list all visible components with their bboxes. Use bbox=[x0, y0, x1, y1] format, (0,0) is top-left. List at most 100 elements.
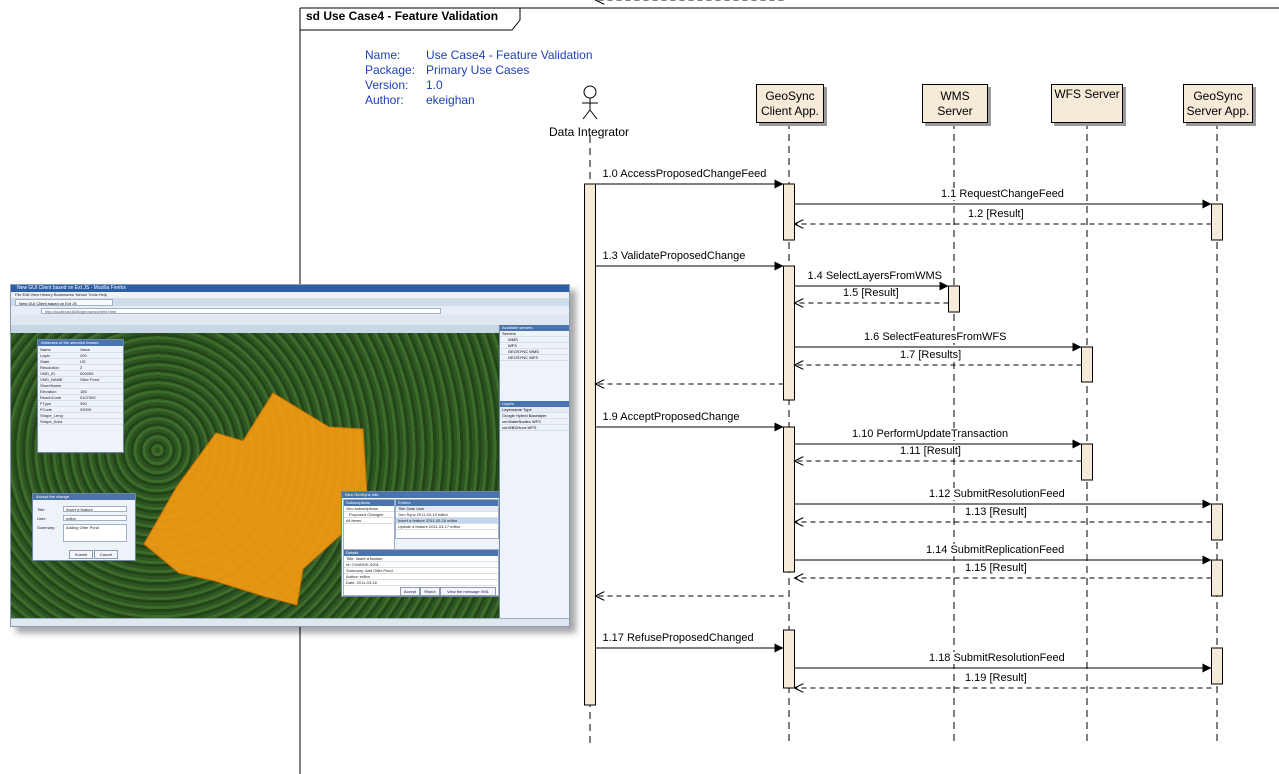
attribute-name: FCode bbox=[40, 407, 53, 412]
attribute-value: 0107000 bbox=[80, 395, 96, 400]
geosync-info-panel: New GeoSync Info Subscriptions Geo subsc… bbox=[341, 491, 500, 597]
metadata-key: Author: bbox=[365, 93, 404, 107]
user-field[interactable]: editor bbox=[63, 515, 127, 521]
message-label: 1.13 [Result] bbox=[964, 506, 1028, 518]
message-label: 1.14 SubmitReplicationFeed bbox=[925, 544, 1066, 556]
lifeline-label-line: GeoSync bbox=[1193, 88, 1243, 103]
view-xml-button[interactable]: View the message XML bbox=[440, 587, 496, 596]
server-tree-item[interactable]: GEOSYNC WFS bbox=[500, 355, 569, 361]
lifeline-head-server: GeoSync Server App. bbox=[1183, 84, 1253, 123]
attribute-value: 200 bbox=[80, 353, 87, 358]
activation-bar-wms bbox=[948, 285, 960, 313]
attribute-value: 185 bbox=[80, 389, 87, 394]
accept-button[interactable]: Accept bbox=[400, 587, 420, 596]
message-label: 1.9 AcceptProposedChange bbox=[601, 411, 741, 423]
summary-label: Summary: bbox=[37, 525, 56, 530]
activation-bar-actor bbox=[584, 183, 596, 706]
diagram-metadata: Name: Use Case4 - Feature Validation Pack… bbox=[365, 48, 665, 112]
attribute-name: VMD_NAME bbox=[40, 377, 63, 382]
activation-bar-client bbox=[783, 426, 795, 573]
attribute-name: Name bbox=[40, 347, 51, 352]
message-label: 1.2 [Result] bbox=[967, 208, 1025, 220]
attribute-name: FType bbox=[40, 401, 52, 406]
message-label: 1.0 AccessProposedChangeFeed bbox=[601, 168, 768, 180]
cancel-button[interactable]: Cancel bbox=[94, 550, 118, 559]
message-label: 1.19 [Result] bbox=[964, 672, 1028, 684]
activation-bar-server bbox=[1211, 503, 1223, 541]
lifeline-label-line: Client App. bbox=[760, 103, 820, 118]
activation-bar-server bbox=[1211, 203, 1223, 241]
message-label: 1.15 [Result] bbox=[964, 562, 1028, 574]
message-label: 1.18 SubmitResolutionFeed bbox=[928, 652, 1066, 664]
actor-label: Data Integrator bbox=[549, 125, 630, 139]
lifeline-head-client: GeoSync Client App. bbox=[756, 84, 824, 123]
activation-bar-server bbox=[1211, 559, 1223, 597]
metadata-key: Version: bbox=[365, 78, 409, 92]
layer-row[interactable]: csi:WBDHucs WFS bbox=[500, 425, 569, 431]
message-label: 1.11 [Result] bbox=[899, 445, 962, 457]
activation-bar-wfs bbox=[1081, 346, 1093, 383]
accept-dialog-title: Accept the change bbox=[33, 494, 135, 500]
message-label: 1.6 SelectFeaturesFromWFS bbox=[863, 331, 1008, 343]
attribute-name: Resolution bbox=[40, 365, 59, 370]
attribute-value: 39009 bbox=[80, 407, 92, 412]
lifeline-label-line: GeoSync bbox=[765, 88, 815, 103]
message-label: 1.1 RequestChangeFeed bbox=[940, 188, 1065, 200]
detail-row: Date: 2011-03-16 bbox=[344, 580, 498, 586]
attribute-value: US bbox=[80, 359, 86, 364]
attribute-name: ShoreName bbox=[40, 383, 62, 388]
attributes-panel: Attributes of the selected feature Name V… bbox=[37, 339, 124, 453]
lifeline-label-line: Server App. bbox=[1186, 103, 1250, 118]
activation-bar-wfs bbox=[1081, 443, 1093, 481]
reject-button[interactable]: Reject bbox=[420, 587, 440, 596]
status-bar bbox=[11, 618, 569, 626]
attribute-name: Shape_Leng bbox=[40, 413, 63, 418]
message-label: 1.7 [Results] bbox=[899, 349, 963, 361]
message-label: 1.3 ValidateProposedChange bbox=[601, 250, 747, 262]
metadata-value: Primary Use Cases bbox=[426, 63, 530, 77]
attribute-value: 500059 bbox=[80, 371, 94, 376]
message-label: 1.10 PerformUpdateTransaction bbox=[851, 428, 1010, 440]
attribute-value: 2 bbox=[80, 365, 83, 370]
application-screenshot: New GUI Client based on Ext JS - Mozilla… bbox=[10, 284, 570, 627]
title-label: Title: bbox=[37, 507, 46, 512]
activation-bar-client bbox=[783, 629, 795, 689]
summary-field[interactable]: Adding Otter Pond bbox=[63, 524, 127, 542]
activation-bar-client bbox=[783, 183, 795, 241]
browser-tab[interactable]: New GUI Client based on Ext JS bbox=[15, 299, 113, 306]
attribute-name: State bbox=[40, 359, 50, 364]
lifeline-label-line: WMS bbox=[940, 88, 970, 103]
right-side-panel: Available servers Servers WMS WFS GEOSYNC W… bbox=[499, 325, 569, 626]
user-label: User: bbox=[37, 516, 47, 521]
lifeline-label-line: WFS Server bbox=[1054, 87, 1120, 101]
attribute-value: Value bbox=[80, 347, 90, 352]
window-titlebar: New GUI Client based on Ext JS - Mozilla… bbox=[11, 285, 569, 292]
attribute-name: VMD_ID bbox=[40, 371, 56, 376]
attribute-name: Layer bbox=[40, 353, 51, 358]
message-label: 1.17 RefuseProposedChanged bbox=[601, 632, 755, 644]
map-toolbar[interactable] bbox=[11, 325, 569, 333]
attribute-row[interactable]: Shape_Area bbox=[38, 419, 123, 425]
message-label: 1.12 SubmitResolutionFeed bbox=[928, 488, 1066, 500]
entry-row[interactable]: Update a feature 2011-03-17 editor bbox=[396, 524, 498, 530]
attribute-value: 390 bbox=[80, 401, 87, 406]
geosync-panel-title: New GeoSync Info bbox=[342, 492, 499, 498]
browser-toolbar bbox=[11, 315, 569, 325]
message-label: 1.4 SelectLayersFromWMS bbox=[806, 270, 943, 282]
attributes-panel-title: Attributes of the selected feature bbox=[38, 340, 123, 346]
submit-button[interactable]: Submit bbox=[69, 550, 93, 559]
activation-bar-server bbox=[1211, 647, 1223, 685]
metadata-key: Name: bbox=[365, 48, 401, 62]
subscription-item[interactable]: All items bbox=[344, 518, 394, 524]
lifeline-head-wfs: WFS Server bbox=[1051, 84, 1123, 123]
attribute-value: Otter Pond bbox=[80, 377, 100, 382]
lifeline-label-line: Server bbox=[937, 103, 973, 118]
title-field[interactable]: Insert a feature bbox=[63, 506, 127, 512]
attribute-name: Shape_Area bbox=[40, 419, 63, 424]
url-field[interactable]: http://localhost:8080/geosync/client.htm… bbox=[41, 308, 441, 314]
tab-bar: New GUI Client based on Ext JS bbox=[11, 298, 569, 306]
metadata-value: ekeighan bbox=[426, 93, 475, 107]
accept-change-dialog: Accept the change Title: Insert a featur… bbox=[32, 493, 136, 561]
metadata-key: Package: bbox=[365, 63, 416, 77]
metadata-value: Use Case4 - Feature Validation bbox=[426, 48, 593, 62]
